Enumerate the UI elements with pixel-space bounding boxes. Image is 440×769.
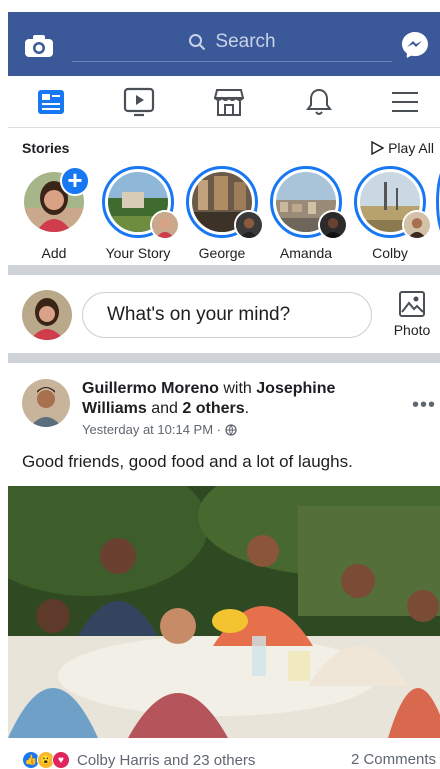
camera-icon[interactable]	[24, 34, 54, 58]
tab-watch[interactable]	[122, 86, 156, 118]
messenger-icon[interactable]	[400, 30, 430, 60]
bell-icon	[306, 88, 332, 115]
tab-menu[interactable]	[388, 86, 422, 118]
avatar	[234, 210, 264, 240]
tab-bar	[8, 76, 440, 128]
story-your-story[interactable]: Your Story	[102, 166, 180, 261]
story-george[interactable]: George	[186, 166, 264, 261]
story-partial[interactable]	[436, 166, 440, 238]
photo-button[interactable]: Photo	[386, 290, 438, 338]
post-author[interactable]: Guillermo Moreno	[82, 380, 219, 397]
watch-icon	[123, 87, 155, 117]
story-label: Colby	[372, 245, 408, 261]
post-text: Good friends, good food and a lot of lau…	[22, 452, 353, 471]
post-photo[interactable]	[8, 486, 440, 738]
tab-news-feed[interactable]	[34, 86, 68, 118]
marketplace-icon	[214, 89, 244, 116]
reactions-names: Colby Harris and 23 others	[77, 751, 256, 769]
story-colby[interactable]: Colby	[354, 166, 432, 261]
section-divider	[8, 265, 440, 275]
story-label: Amanda	[279, 245, 333, 261]
status-composer-input[interactable]: What's on your mind?	[82, 292, 372, 338]
story-label: Your Story	[105, 245, 171, 261]
post-header: Guillermo Moreno with Josephine Williams…	[82, 379, 382, 419]
news-feed-icon	[38, 90, 64, 114]
play-all-label: Play All	[388, 140, 434, 156]
status-strip	[0, 0, 440, 12]
avatar[interactable]	[22, 290, 72, 340]
stories-heading: Stories	[22, 140, 70, 156]
avatar	[150, 210, 180, 240]
play-all-button[interactable]: Play All	[370, 140, 434, 156]
photo-icon	[399, 291, 425, 317]
story-label: Add	[41, 245, 67, 261]
comments-count[interactable]: 2 Comments	[351, 751, 436, 768]
post-with: with	[223, 380, 252, 397]
reactions-summary[interactable]: 👍 😮 ♥ Colby Harris and 23 others	[22, 751, 255, 769]
avatar[interactable]	[22, 379, 70, 427]
tab-notifications[interactable]	[302, 86, 336, 118]
search-input[interactable]: Search	[72, 22, 392, 62]
post-and: and	[151, 400, 178, 417]
section-divider	[8, 353, 440, 363]
globe-icon	[225, 423, 237, 436]
play-icon	[371, 141, 385, 155]
story-label: George	[198, 245, 246, 261]
search-icon	[189, 33, 206, 50]
love-reaction-icon: ♥	[52, 751, 70, 769]
post-others[interactable]: 2 others	[182, 400, 244, 417]
avatar	[402, 210, 432, 240]
app-bar: Search	[8, 12, 440, 76]
post-timestamp[interactable]: Yesterday at 10:14 PM ·	[82, 422, 237, 437]
avatar	[318, 210, 348, 240]
composer-placeholder: What's on your mind?	[107, 304, 291, 325]
menu-icon	[392, 92, 418, 112]
more-options-icon[interactable]: •••	[412, 394, 436, 417]
story-amanda[interactable]: Amanda	[270, 166, 348, 261]
post-period: .	[244, 400, 250, 417]
photo-label: Photo	[393, 322, 431, 338]
add-story-icon[interactable]: +	[60, 166, 90, 196]
search-placeholder: Search	[215, 30, 276, 52]
post-time-text: Yesterday at 10:14 PM ·	[82, 422, 221, 437]
tab-marketplace[interactable]	[212, 86, 246, 118]
